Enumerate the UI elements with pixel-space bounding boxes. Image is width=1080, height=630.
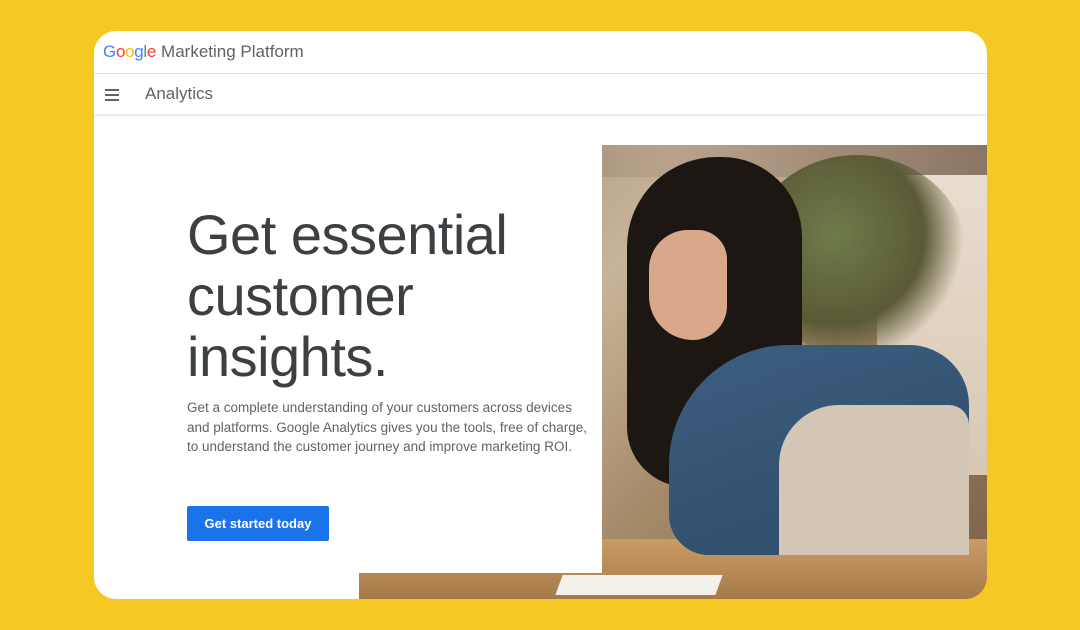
product-name[interactable]: Analytics [145, 84, 213, 104]
brand-header: Google Marketing Platform [94, 31, 987, 74]
google-wordmark: Google [103, 42, 157, 61]
hero-description: Get a complete understanding of your cus… [187, 400, 587, 454]
get-started-button[interactable]: Get started today [187, 506, 329, 541]
product-nav-bar: Analytics [94, 74, 987, 114]
browser-window: Google Marketing Platform Analytics Get … [94, 31, 987, 599]
hamburger-menu-icon[interactable] [105, 88, 119, 101]
platform-label: Marketing Platform [161, 42, 304, 61]
google-marketing-platform-logo[interactable]: Google Marketing Platform [103, 42, 304, 62]
hero-text-panel: Get essential customer insights. Get a c… [94, 115, 602, 573]
hero-headline: Get essential customer insights. [187, 203, 508, 388]
